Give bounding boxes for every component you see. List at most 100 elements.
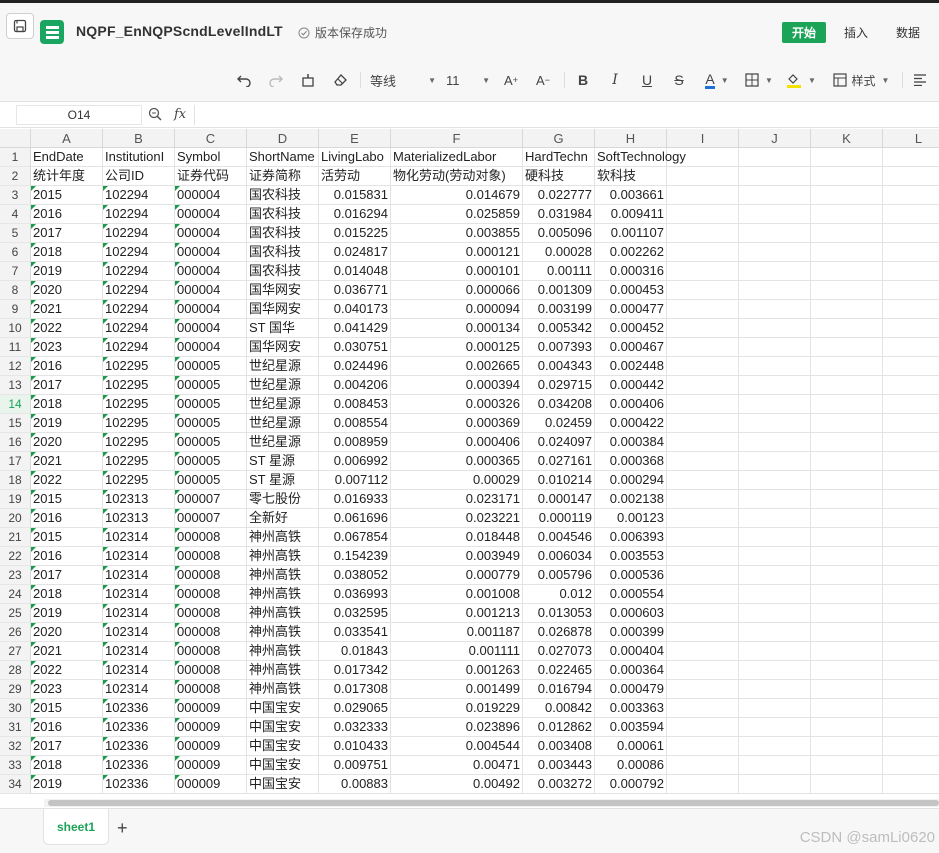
cell-j10[interactable] — [739, 319, 811, 338]
column-header-i[interactable]: I — [667, 129, 739, 148]
cell-h20[interactable]: 0.00123 — [595, 509, 667, 528]
cell-j29[interactable] — [739, 680, 811, 699]
row-header[interactable]: 10 — [0, 319, 31, 338]
row-header[interactable]: 7 — [0, 262, 31, 281]
cell-h28[interactable]: 0.000364 — [595, 661, 667, 680]
cell-c21[interactable]: 000008 — [175, 528, 247, 547]
cell-l32[interactable] — [883, 737, 939, 756]
cell-g28[interactable]: 0.022465 — [523, 661, 595, 680]
cell-c8[interactable]: 000004 — [175, 281, 247, 300]
cell-c3[interactable]: 000004 — [175, 186, 247, 205]
cell-e31[interactable]: 0.032333 — [319, 718, 391, 737]
cell-f28[interactable]: 0.001263 — [391, 661, 523, 680]
cell-c11[interactable]: 000004 — [175, 338, 247, 357]
cell-b4[interactable]: 102294 — [103, 205, 175, 224]
cell-e17[interactable]: 0.006992 — [319, 452, 391, 471]
cell-f23[interactable]: 0.000779 — [391, 566, 523, 585]
cell-a28[interactable]: 2022 — [31, 661, 103, 680]
cell-j2[interactable] — [739, 167, 811, 186]
zoom-icon[interactable] — [148, 107, 162, 124]
cell-j13[interactable] — [739, 376, 811, 395]
cell-g26[interactable]: 0.026878 — [523, 623, 595, 642]
cell-i5[interactable] — [667, 224, 739, 243]
cell-l27[interactable] — [883, 642, 939, 661]
cell-k23[interactable] — [811, 566, 883, 585]
cell-j18[interactable] — [739, 471, 811, 490]
cell-c29[interactable]: 000008 — [175, 680, 247, 699]
cell-h7[interactable]: 0.000316 — [595, 262, 667, 281]
cell-d22[interactable]: 神州高铁 — [247, 547, 319, 566]
cell-c12[interactable]: 000005 — [175, 357, 247, 376]
cell-b10[interactable]: 102294 — [103, 319, 175, 338]
cell-d19[interactable]: 零七股份 — [247, 490, 319, 509]
cell-b7[interactable]: 102294 — [103, 262, 175, 281]
cell-c32[interactable]: 000009 — [175, 737, 247, 756]
cell-j34[interactable] — [739, 775, 811, 794]
cell-f33[interactable]: 0.00471 — [391, 756, 523, 775]
cell-c27[interactable]: 000008 — [175, 642, 247, 661]
cell-h9[interactable]: 0.000477 — [595, 300, 667, 319]
column-header-b[interactable]: B — [103, 129, 175, 148]
cell-l25[interactable] — [883, 604, 939, 623]
formula-input[interactable] — [194, 105, 939, 125]
cell-e25[interactable]: 0.032595 — [319, 604, 391, 623]
cell-l23[interactable] — [883, 566, 939, 585]
cell-l34[interactable] — [883, 775, 939, 794]
cell-j30[interactable] — [739, 699, 811, 718]
cell-j1[interactable] — [739, 148, 811, 167]
sheet-tab[interactable]: sheet1 — [43, 809, 109, 845]
cell-l11[interactable] — [883, 338, 939, 357]
cell-j11[interactable] — [739, 338, 811, 357]
cell-j9[interactable] — [739, 300, 811, 319]
fill-color-icon[interactable]: ▼ — [786, 70, 816, 90]
cell-e15[interactable]: 0.008554 — [319, 414, 391, 433]
cell-c31[interactable]: 000009 — [175, 718, 247, 737]
cell-f8[interactable]: 0.000066 — [391, 281, 523, 300]
cell-g34[interactable]: 0.003272 — [523, 775, 595, 794]
cell-e11[interactable]: 0.030751 — [319, 338, 391, 357]
cell-i9[interactable] — [667, 300, 739, 319]
cell-j20[interactable] — [739, 509, 811, 528]
cell-e30[interactable]: 0.029065 — [319, 699, 391, 718]
cell-a16[interactable]: 2020 — [31, 433, 103, 452]
row-header[interactable]: 25 — [0, 604, 31, 623]
column-header-l[interactable]: L — [883, 129, 939, 148]
cell-g7[interactable]: 0.00111 — [523, 262, 595, 281]
cell-h21[interactable]: 0.006393 — [595, 528, 667, 547]
column-header-h[interactable]: H — [595, 129, 667, 148]
cell-a5[interactable]: 2017 — [31, 224, 103, 243]
cell-f21[interactable]: 0.018448 — [391, 528, 523, 547]
cell-g12[interactable]: 0.004343 — [523, 357, 595, 376]
cell-h14[interactable]: 0.000406 — [595, 395, 667, 414]
cell-k15[interactable] — [811, 414, 883, 433]
cell-i20[interactable] — [667, 509, 739, 528]
cell-j3[interactable] — [739, 186, 811, 205]
cell-h22[interactable]: 0.003553 — [595, 547, 667, 566]
cell-a6[interactable]: 2018 — [31, 243, 103, 262]
cell-g5[interactable]: 0.005096 — [523, 224, 595, 243]
cell-g24[interactable]: 0.012 — [523, 585, 595, 604]
cell-d27[interactable]: 神州高铁 — [247, 642, 319, 661]
cell-j19[interactable] — [739, 490, 811, 509]
cell-k31[interactable] — [811, 718, 883, 737]
name-box[interactable]: O14 — [16, 105, 142, 125]
cell-b26[interactable]: 102314 — [103, 623, 175, 642]
cell-g25[interactable]: 0.013053 — [523, 604, 595, 623]
cell-b9[interactable]: 102294 — [103, 300, 175, 319]
row-header[interactable]: 19 — [0, 490, 31, 509]
cell-k17[interactable] — [811, 452, 883, 471]
cell-l33[interactable] — [883, 756, 939, 775]
cell-l29[interactable] — [883, 680, 939, 699]
cell-e20[interactable]: 0.061696 — [319, 509, 391, 528]
cell-f25[interactable]: 0.001213 — [391, 604, 523, 623]
cell-k20[interactable] — [811, 509, 883, 528]
cell-h13[interactable]: 0.000442 — [595, 376, 667, 395]
cell-h18[interactable]: 0.000294 — [595, 471, 667, 490]
cell-c6[interactable]: 000004 — [175, 243, 247, 262]
cell-k5[interactable] — [811, 224, 883, 243]
cell-a33[interactable]: 2018 — [31, 756, 103, 775]
strikethrough-icon[interactable]: S — [670, 70, 688, 90]
format-painter-icon[interactable] — [298, 70, 318, 90]
cell-h11[interactable]: 0.000467 — [595, 338, 667, 357]
cell-d10[interactable]: ST 国华 — [247, 319, 319, 338]
